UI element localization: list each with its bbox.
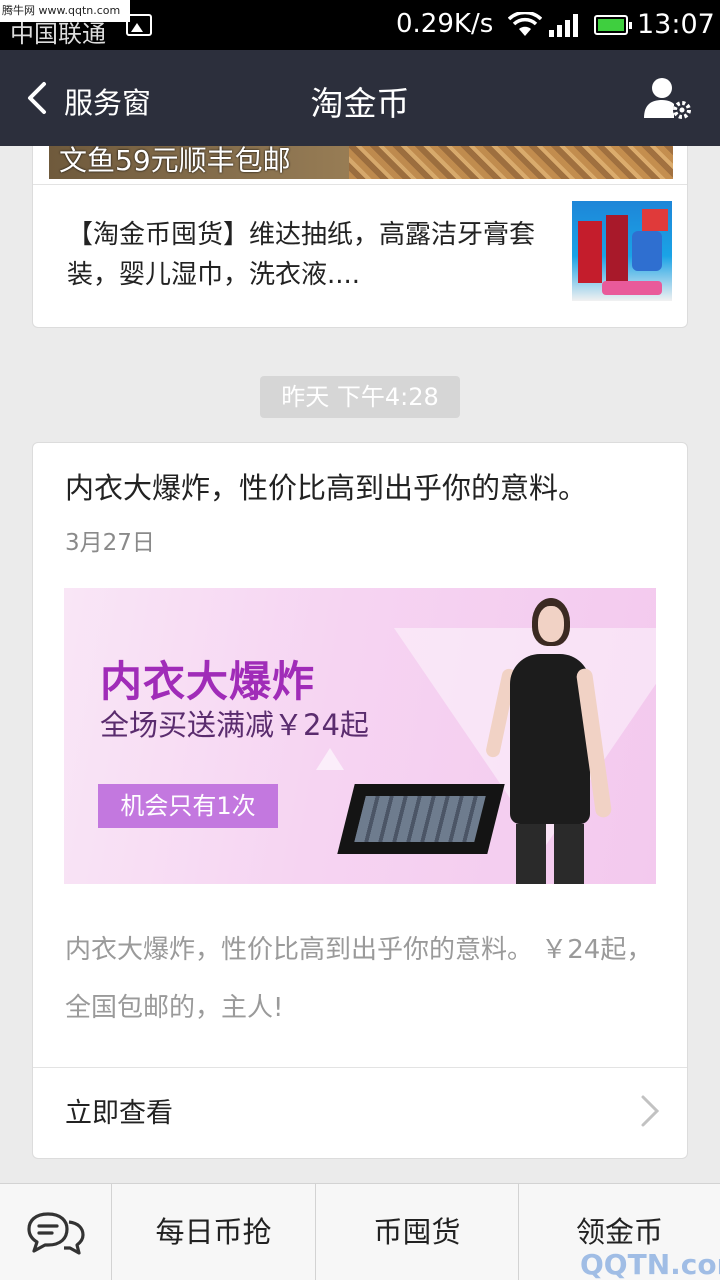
battery-icon [594, 15, 632, 35]
thumb-shape [602, 281, 662, 295]
article-card[interactable]: 内衣大爆炸，性价比高到出乎你的意料。 3月27日 内衣大爆炸 全场买送满减￥24… [32, 442, 688, 1159]
signal-icon [549, 14, 578, 37]
menu-stock-up[interactable]: 币囤货 [316, 1184, 519, 1280]
banner-decoration [349, 146, 673, 179]
clock: 13:07 [637, 9, 715, 40]
article-card-previous[interactable]: 文鱼59元顺丰包邮 【淘金币囤货】维达抽纸，高露洁牙膏套装，婴儿湿巾，洗衣液..… [32, 146, 688, 328]
message-timestamp: 昨天 下午4:28 [260, 376, 460, 418]
person-settings-icon[interactable] [642, 74, 694, 122]
thumb-shape [632, 231, 662, 271]
site-watermark-logo: QQTN.com 腾牛网 [580, 1248, 720, 1280]
promo-badge: 机会只有1次 [98, 784, 278, 828]
article-item-thumbnail[interactable] [572, 201, 672, 301]
message-list[interactable]: 文鱼59元顺丰包邮 【淘金币囤货】维达抽纸，高露洁牙膏套装，婴儿湿巾，洗衣液..… [0, 146, 720, 1183]
model-leg [516, 824, 546, 884]
divider [33, 184, 687, 185]
thumb-shape [642, 209, 668, 231]
page-title: 淘金币 [310, 84, 410, 123]
wifi-icon [508, 12, 542, 36]
watermark-text: QQTN.com 腾牛网 [580, 1248, 720, 1280]
promo-title: 内衣大爆炸 [100, 657, 316, 706]
site-watermark: 腾牛网 www.qqtn.com [0, 0, 130, 22]
promo-subtitle: 全场买送满减￥24起 [100, 708, 369, 742]
socks [354, 796, 486, 842]
article-item-title[interactable]: 【淘金币囤货】维达抽纸，高露洁牙膏套装，婴儿湿巾，洗衣液.... [67, 215, 547, 295]
keyboard-toggle-button[interactable] [0, 1184, 112, 1280]
image-icon [126, 14, 152, 36]
banner-text: 文鱼59元顺丰包邮 [59, 146, 291, 177]
article-headline[interactable]: 内衣大爆炸，性价比高到出乎你的意料。 [65, 465, 665, 507]
status-bar: 中国联通 腾牛网 www.qqtn.com 0.29K/s 13:07 [0, 0, 720, 50]
bottom-menu: 每日币抢 币囤货 领金币 QQTN.com 腾牛网 [0, 1183, 720, 1280]
banner-image[interactable]: 文鱼59元顺丰包邮 [49, 146, 673, 179]
promo-image[interactable]: 内衣大爆炸 全场买送满减￥24起 机会只有1次 [64, 588, 656, 884]
article-date: 3月27日 [65, 530, 155, 556]
keyboard-chat-icon [27, 1212, 85, 1255]
network-speed: 0.29K/s [396, 9, 494, 39]
decor-triangle [316, 748, 344, 770]
thumb-shape [606, 215, 628, 285]
chevron-right-icon[interactable] [637, 1093, 661, 1129]
thumb-shape [578, 221, 602, 283]
divider [33, 1067, 687, 1068]
article-summary: 内衣大爆炸，性价比高到出乎你的意料。 ￥24起，全国包邮的，主人! [65, 935, 653, 1023]
sock-box-illustration [337, 784, 505, 854]
menu-daily-grab[interactable]: 每日币抢 [112, 1184, 316, 1280]
read-more-link[interactable]: 立即查看 [65, 1091, 173, 1130]
model-illustration [484, 598, 613, 884]
model-face [538, 606, 564, 642]
nav-bar: 服务窗 淘金币 [0, 50, 720, 146]
model-leg [554, 824, 584, 884]
